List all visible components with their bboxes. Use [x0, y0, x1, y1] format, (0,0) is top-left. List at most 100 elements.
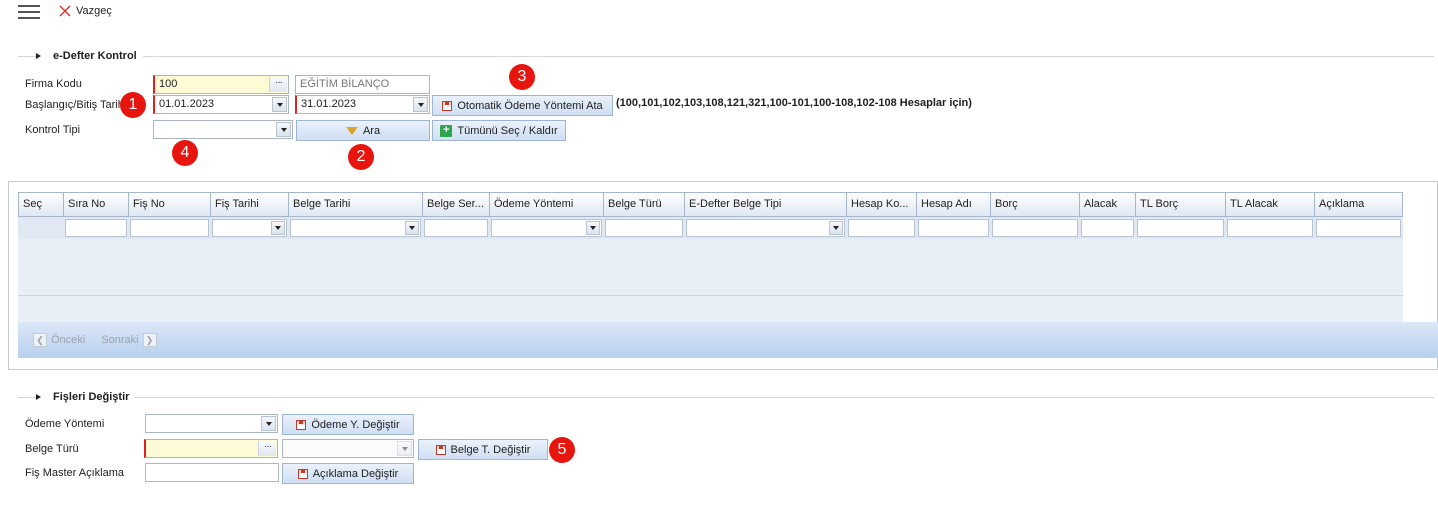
end-date-value: 31.01.2023 — [301, 98, 357, 110]
step-badge: 2 — [348, 144, 374, 170]
step-badge: 3 — [509, 64, 535, 90]
save-icon — [297, 468, 308, 479]
menu-icon[interactable] — [18, 4, 40, 20]
dropdown-arrow-icon[interactable] — [397, 441, 412, 456]
collapse-arrow-icon — [36, 394, 41, 400]
filter-cell[interactable] — [490, 217, 604, 239]
kontrol-label: Kontrol Tipi — [25, 124, 81, 136]
change-payment-button[interactable]: Ödeme Y. Değiştir — [282, 414, 414, 435]
plus-icon: + — [440, 124, 453, 137]
firma-label: Firma Kodu — [25, 78, 82, 90]
column-header[interactable]: TL Borç — [1136, 192, 1226, 217]
filter-cell[interactable] — [1080, 217, 1136, 239]
column-header[interactable]: Seç — [18, 192, 64, 217]
lookup-button[interactable]: ··· — [269, 77, 287, 92]
filter-cell[interactable] — [289, 217, 423, 239]
search-label: Ara — [362, 124, 381, 137]
save-icon — [442, 100, 453, 111]
filter-cell[interactable] — [847, 217, 917, 239]
payment-method-select[interactable] — [145, 414, 278, 433]
column-header[interactable]: E-Defter Belge Tipi — [685, 192, 847, 217]
column-header[interactable]: Açıklama — [1315, 192, 1403, 217]
group-header-fisler[interactable]: Fişleri Değiştir — [36, 390, 136, 404]
column-header[interactable]: TL Alacak — [1226, 192, 1315, 217]
dropdown-arrow-icon[interactable] — [261, 416, 276, 431]
document-type-select[interactable] — [282, 439, 414, 458]
column-header[interactable]: Hesap Ko... — [847, 192, 917, 217]
toolbar: Vazgeç — [0, 0, 1438, 30]
column-header[interactable]: Borç — [991, 192, 1080, 217]
group-divider — [18, 397, 1434, 398]
auto-payment-button[interactable]: Otomatik Ödeme Yöntemi Ata — [432, 95, 613, 116]
grid-body — [18, 239, 1403, 325]
filter-cell[interactable] — [991, 217, 1080, 239]
change-description-label: Açıklama Değiştir — [312, 467, 399, 480]
filter-cell[interactable] — [604, 217, 685, 239]
grid-header: Seç Sıra No Fiş No Fiş Tarihi Belge Tari… — [18, 192, 1403, 217]
end-date-field[interactable]: 31.01.2023 — [295, 95, 430, 114]
filter-cell[interactable] — [917, 217, 991, 239]
filter-icon — [345, 126, 358, 135]
start-date-field[interactable]: 01.01.2023 — [153, 95, 289, 114]
filter-cell[interactable] — [129, 217, 211, 239]
start-date-value: 01.01.2023 — [159, 98, 215, 110]
filter-cell[interactable] — [1226, 217, 1315, 239]
change-payment-label: Ödeme Y. Değiştir — [311, 418, 400, 431]
search-button[interactable]: Ara — [296, 120, 430, 141]
column-header[interactable]: Hesap Adı — [917, 192, 991, 217]
change-document-button[interactable]: Belge T. Değiştir — [418, 439, 548, 460]
kontrol-type-select[interactable] — [153, 120, 293, 139]
prev-page-icon[interactable]: ❮ — [33, 333, 47, 347]
filter-cell[interactable] — [685, 217, 847, 239]
collapse-arrow-icon — [36, 53, 41, 59]
next-page-label[interactable]: Sonraki — [101, 334, 138, 346]
cancel-label: Vazgeç — [76, 5, 112, 17]
next-page-icon[interactable]: ❯ — [142, 333, 157, 347]
lookup-button[interactable]: ··· — [258, 441, 276, 456]
odeme-label: Ödeme Yöntemi — [25, 418, 105, 430]
dropdown-arrow-icon[interactable] — [276, 122, 291, 137]
select-all-label: Tümünü Seç / Kaldır — [457, 124, 558, 137]
dropdown-arrow-icon[interactable] — [271, 221, 285, 235]
dropdown-arrow-icon[interactable] — [405, 221, 419, 235]
close-icon — [59, 5, 71, 17]
firma-code-field[interactable]: 100 ··· — [153, 75, 289, 94]
step-badge: 4 — [172, 140, 198, 166]
step-badge: 5 — [549, 437, 575, 463]
grid-filter-row — [18, 217, 1403, 239]
cancel-button[interactable]: Vazgeç — [58, 2, 112, 20]
auto-payment-label: Otomatik Ödeme Yöntemi Ata — [457, 99, 603, 112]
dropdown-arrow-icon[interactable] — [586, 221, 600, 235]
description-field[interactable] — [145, 463, 279, 482]
group-title: Fişleri Değiştir — [53, 391, 130, 403]
firma-code-value: 100 — [159, 78, 178, 90]
dropdown-arrow-icon[interactable] — [413, 97, 428, 112]
filter-cell[interactable] — [1136, 217, 1226, 239]
column-header[interactable]: Alacak — [1080, 192, 1136, 217]
dropdown-arrow-icon[interactable] — [829, 221, 843, 235]
save-icon — [296, 419, 307, 430]
filter-cell — [18, 217, 64, 239]
filter-cell[interactable] — [64, 217, 129, 239]
column-header[interactable]: Belge Türü — [604, 192, 685, 217]
document-type-field[interactable]: ··· — [144, 439, 278, 458]
change-description-button[interactable]: Açıklama Değiştir — [282, 463, 414, 484]
prev-page-label[interactable]: Önceki — [51, 334, 85, 346]
aciklama-label: Fiş Master Açıklama — [25, 467, 125, 479]
group-divider — [18, 56, 1434, 57]
filter-cell[interactable] — [1315, 217, 1403, 239]
column-header[interactable]: Fiş No — [129, 192, 211, 217]
group-header-edefter[interactable]: e-Defter Kontrol — [36, 49, 143, 63]
filter-cell[interactable] — [211, 217, 289, 239]
grid-pager: ❮ Önceki Sonraki ❯ — [18, 322, 1438, 358]
column-header[interactable]: Belge Ser... — [423, 192, 490, 217]
belge-label: Belge Türü — [25, 443, 79, 455]
column-header[interactable]: Fiş Tarihi — [211, 192, 289, 217]
filter-cell[interactable] — [423, 217, 490, 239]
select-all-button[interactable]: + Tümünü Seç / Kaldır — [432, 120, 566, 141]
results-grid: Seç Sıra No Fiş No Fiş Tarihi Belge Tari… — [18, 192, 1438, 358]
dropdown-arrow-icon[interactable] — [272, 97, 287, 112]
column-header[interactable]: Sıra No — [64, 192, 129, 217]
column-header[interactable]: Ödeme Yöntemi — [490, 192, 604, 217]
column-header[interactable]: Belge Tarihi — [289, 192, 423, 217]
